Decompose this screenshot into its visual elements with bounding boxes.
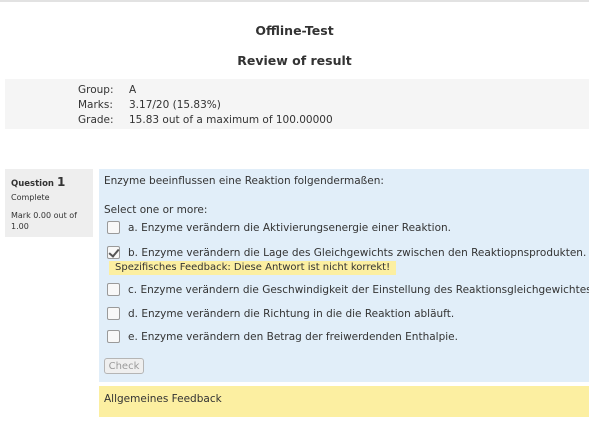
summary-label: Group: [78,84,114,96]
summary-row-marks: Marks: 3.17/20 (15.83%) [78,98,333,113]
question-label: Question [11,179,54,189]
check-button[interactable]: Check [104,358,144,374]
answer-prompt: Select one or more: [104,204,208,216]
checkbox-b[interactable] [107,246,120,259]
question-state: Complete [11,193,50,202]
checkbox-e[interactable] [107,330,120,343]
top-divider [0,0,589,2]
page-subtitle: Review of result [237,53,352,68]
checkbox-c[interactable] [107,283,120,296]
summary-value: 15.83 out of a maximum of 100.00000 [129,114,333,126]
question-number-value: 1 [56,175,66,189]
summary-value: A [129,84,137,96]
checkbox-d[interactable] [107,307,120,320]
summary-value: 3.17/20 (15.83%) [129,99,221,111]
question-text: Enzyme beeinflussen eine Reaktion folgen… [104,175,384,187]
summary-row-group: Group: A [78,83,333,98]
general-feedback-text: Allgemeines Feedback [104,393,222,405]
page-title: Offline-Test [255,23,334,38]
checkbox-a[interactable] [107,221,120,234]
answer-option-label[interactable]: c. Enzyme verändern die Geschwindigkeit … [128,284,589,296]
general-feedback: Allgemeines Feedback [99,386,589,417]
summary-row-grade: Grade: 15.83 out of a maximum of 100.000… [78,113,333,128]
question-number: Question 1 [11,175,65,189]
summary-label: Marks: [78,99,113,111]
answer-option-label[interactable]: e. Enzyme verändern den Betrag der freiw… [128,331,458,343]
result-summary: Group: A Marks: 3.17/20 (15.83%) Grade: … [5,79,589,129]
question-grade: Mark 0.00 out of 1.00 [11,211,77,231]
answer-option-label[interactable]: b. Enzyme verändern die Lage des Gleichg… [128,247,586,259]
summary-table: Group: A Marks: 3.17/20 (15.83%) Grade: … [78,83,333,128]
question-info: Question 1 Complete Mark 0.00 out of 1.0… [5,169,93,237]
question-content: Enzyme beeinflussen eine Reaktion folgen… [99,169,589,382]
summary-label: Grade: [78,114,114,126]
specific-feedback: Spezifisches Feedback: Diese Antwort ist… [109,261,397,275]
answer-option-label[interactable]: a. Enzyme verändern die Aktivierungsener… [128,222,451,234]
answer-option-label[interactable]: d. Enzyme verändern die Richtung in die … [128,308,454,320]
